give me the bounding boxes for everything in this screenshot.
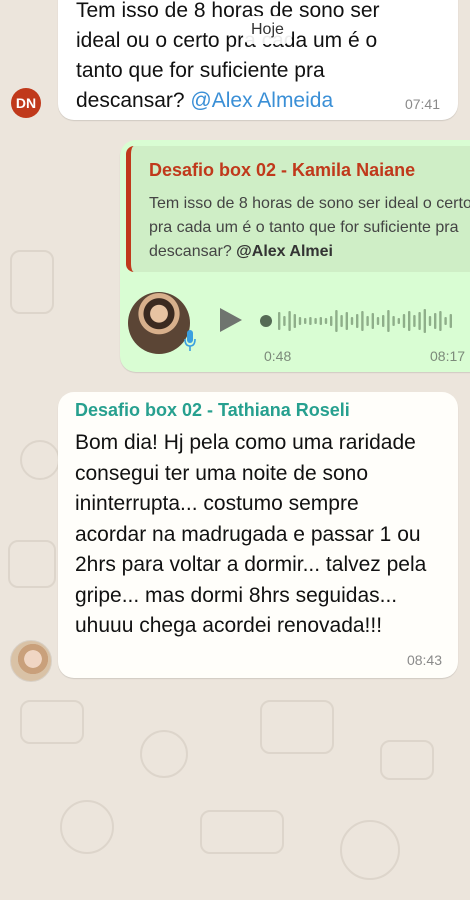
avatar-initials: DN — [15, 95, 37, 111]
voice-sender-avatar — [128, 292, 190, 354]
message-time: 07:41 — [404, 96, 440, 112]
play-icon[interactable] — [220, 308, 242, 332]
message-author: Desafio box 02 - Tathiana Roseli — [75, 400, 350, 420]
mention-link[interactable]: @Alex Almeida — [190, 89, 333, 112]
voice-duration: 0:48 — [264, 348, 292, 364]
message-time: 08:43 — [406, 652, 442, 668]
quoted-message[interactable]: Desafio box 02 - Kamila Naiane Tem isso … — [126, 146, 470, 272]
date-chip: Hoje — [243, 16, 292, 44]
avatar[interactable] — [10, 640, 52, 682]
message-time: 08:17 — [430, 348, 466, 364]
message-bubble-outgoing[interactable]: Desafio box 02 - Kamila Naiane Tem isso … — [120, 140, 470, 372]
audio-waveform[interactable] — [260, 307, 460, 335]
quote-mention: @Alex Almei — [236, 243, 333, 260]
quote-author: Desafio box 02 - Kamila Naiane — [149, 160, 416, 180]
avatar[interactable]: DN — [11, 88, 41, 118]
message-text: Bom dia! Hj pela como uma raridade conse… — [75, 431, 427, 637]
mic-icon — [184, 330, 196, 351]
message-bubble[interactable]: Desafio box 02 - Tathiana Roseli Bom dia… — [58, 392, 458, 678]
quote-text: Tem isso de 8 horas de sono ser ideal o … — [149, 195, 470, 260]
